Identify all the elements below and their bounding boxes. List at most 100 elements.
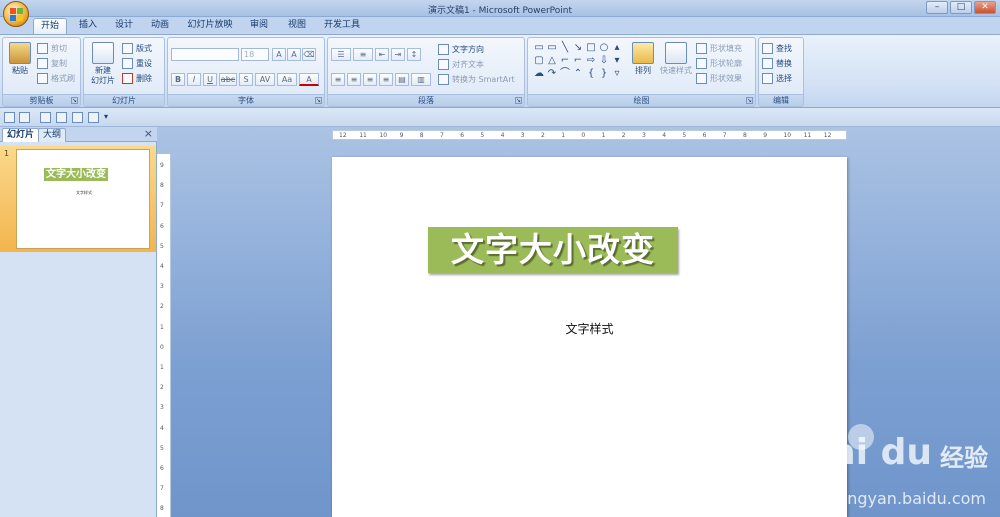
clipboard-launcher-icon[interactable]: ↘	[71, 97, 78, 104]
arc-shape-icon[interactable]: ⌒	[559, 68, 571, 80]
slide-subtitle[interactable]: 文字样式	[332, 320, 847, 337]
triangle-shape-icon[interactable]: △	[546, 55, 558, 67]
font-size-combo[interactable]: 18	[241, 48, 269, 61]
underline-button[interactable]: U	[203, 73, 217, 86]
align-center-icon[interactable]: ≡	[347, 73, 361, 86]
scroll-up-icon[interactable]: ▴	[611, 42, 623, 54]
justify-icon[interactable]: ≡	[379, 73, 393, 86]
decrease-indent-icon[interactable]: ⇤	[375, 48, 389, 61]
maximize-button[interactable]: □	[950, 1, 972, 14]
connector-shape-icon[interactable]: ⌐	[572, 55, 584, 67]
rectangle-shape-icon[interactable]: □	[585, 42, 597, 54]
cut-button[interactable]: 剪切	[37, 43, 67, 54]
copy-button[interactable]: 复制	[37, 58, 67, 69]
align-right-icon[interactable]: ≡	[363, 73, 377, 86]
preview-icon[interactable]	[72, 112, 83, 123]
minimize-button[interactable]: –	[926, 1, 948, 14]
tab-insert[interactable]: 插入	[73, 18, 103, 34]
bold-button[interactable]: B	[171, 73, 185, 86]
office-button[interactable]	[3, 1, 29, 27]
font-color-button[interactable]: A	[299, 73, 319, 86]
arrow-line-shape-icon[interactable]: ↘	[572, 42, 584, 54]
font-name-combo[interactable]	[171, 48, 239, 61]
line-spacing-icon[interactable]: ↕	[407, 48, 421, 61]
shape-fill-button[interactable]: 形状填充	[696, 43, 742, 54]
oval-shape-icon[interactable]: ○	[598, 42, 610, 54]
arrange-button[interactable]: 排列	[628, 42, 658, 76]
strikethrough-button[interactable]: abc	[219, 73, 237, 86]
numbering-icon[interactable]: ≡	[353, 48, 373, 61]
freeform-shape-icon[interactable]: ☁	[533, 68, 545, 80]
distribute-icon[interactable]: ▤	[395, 73, 409, 86]
new-slide-button[interactable]: 新建 幻灯片	[86, 42, 120, 86]
shape-effects-button[interactable]: 形状效果	[696, 73, 742, 84]
more-shapes-icon[interactable]: ▿	[611, 68, 623, 80]
slide-title[interactable]: 文字大小改变	[428, 227, 678, 273]
shapes-gallery[interactable]: ▭ ▭ ╲ ↘ □ ○ ▴ ▢ △ ⌐ ⌐ ⇨ ⇩ ▾ ☁ ↷ ⌒ ⌃ { } …	[533, 42, 620, 80]
layout-button[interactable]: 版式	[122, 43, 152, 54]
tab-slideshow[interactable]: 幻灯片放映	[184, 18, 236, 34]
group-label-drawing: 绘图	[528, 94, 755, 106]
scissors-icon	[37, 43, 48, 54]
pane-close-icon[interactable]: ×	[144, 128, 153, 140]
paste-button[interactable]: 粘贴	[6, 42, 34, 76]
textbox-shape-icon[interactable]: ▭	[533, 42, 545, 54]
tab-design[interactable]: 设计	[109, 18, 139, 34]
select-button[interactable]: 选择	[762, 73, 792, 84]
replace-button[interactable]: 替换	[762, 58, 792, 69]
font-launcher-icon[interactable]: ↘	[315, 97, 322, 104]
find-button[interactable]: 查找	[762, 43, 792, 54]
increase-indent-icon[interactable]: ⇥	[391, 48, 405, 61]
group-label-clipboard: 剪贴板	[3, 94, 80, 106]
tab-developer[interactable]: 开发工具	[320, 18, 364, 34]
open-icon[interactable]	[88, 112, 99, 123]
format-painter-button[interactable]: 格式刷	[37, 73, 75, 84]
align-left-icon[interactable]: ≡	[331, 73, 345, 86]
curve-shape-icon[interactable]: ↷	[546, 68, 558, 80]
tab-home[interactable]: 开始	[33, 18, 67, 34]
shadow-button[interactable]: S	[239, 73, 253, 86]
down-arrow-shape-icon[interactable]: ⇩	[598, 55, 610, 67]
tab-review[interactable]: 审阅	[244, 18, 274, 34]
tab-view[interactable]: 视图	[282, 18, 312, 34]
scroll-down-icon[interactable]: ▾	[611, 55, 623, 67]
align-text-button[interactable]: 对齐文本	[438, 59, 484, 70]
clear-format-icon[interactable]: ⌫	[302, 48, 316, 61]
undo-icon[interactable]	[19, 112, 30, 123]
redo-icon[interactable]	[40, 112, 51, 123]
char-spacing-button[interactable]: AV	[255, 73, 275, 86]
right-brace-shape-icon[interactable]: }	[598, 68, 610, 80]
pane-tab-outline[interactable]: 大纲	[38, 128, 67, 142]
ruler-tick: 8	[419, 132, 424, 139]
save-icon[interactable]	[4, 112, 15, 123]
columns-icon[interactable]: ▥	[411, 73, 431, 86]
quick-styles-button[interactable]: 快速样式	[658, 42, 694, 76]
slide-thumbnail[interactable]: 文字大小改变 文字样式	[16, 149, 150, 249]
shrink-font-button[interactable]: A	[287, 48, 301, 61]
repeat-icon[interactable]	[56, 112, 67, 123]
textbox-vertical-shape-icon[interactable]: ▭	[546, 42, 558, 54]
shape-outline-button[interactable]: 形状轮廓	[696, 58, 742, 69]
paragraph-launcher-icon[interactable]: ↘	[515, 97, 522, 104]
pane-tabs: 幻灯片 大纲 ×	[0, 127, 157, 142]
left-brace-shape-icon[interactable]: {	[585, 68, 597, 80]
elbow-connector-shape-icon[interactable]: ⌐	[559, 55, 571, 67]
bracket-shape-icon[interactable]: ⌃	[572, 68, 584, 80]
change-case-button[interactable]: Aa	[277, 73, 297, 86]
pane-tab-slides[interactable]: 幻灯片	[2, 128, 40, 142]
right-arrow-shape-icon[interactable]: ⇨	[585, 55, 597, 67]
drawing-launcher-icon[interactable]: ↘	[746, 97, 753, 104]
italic-button[interactable]: I	[187, 73, 201, 86]
rounded-rect-shape-icon[interactable]: ▢	[533, 55, 545, 67]
close-button[interactable]: ✕	[974, 1, 996, 14]
group-font: 18 A A ⌫ B I U abc S AV Aa A 字体 ↘	[167, 37, 325, 107]
line-shape-icon[interactable]: ╲	[559, 42, 571, 54]
tab-animations[interactable]: 动画	[145, 18, 175, 34]
smartart-button[interactable]: 转换为 SmartArt	[438, 74, 515, 85]
bullets-icon[interactable]: ☰	[331, 48, 351, 61]
customize-qat-icon[interactable]: ▾	[104, 112, 115, 123]
grow-font-button[interactable]: A	[272, 48, 286, 61]
delete-slide-button[interactable]: 删除	[122, 73, 152, 84]
reset-button[interactable]: 重设	[122, 58, 152, 69]
text-direction-button[interactable]: 文字方向	[438, 44, 484, 55]
